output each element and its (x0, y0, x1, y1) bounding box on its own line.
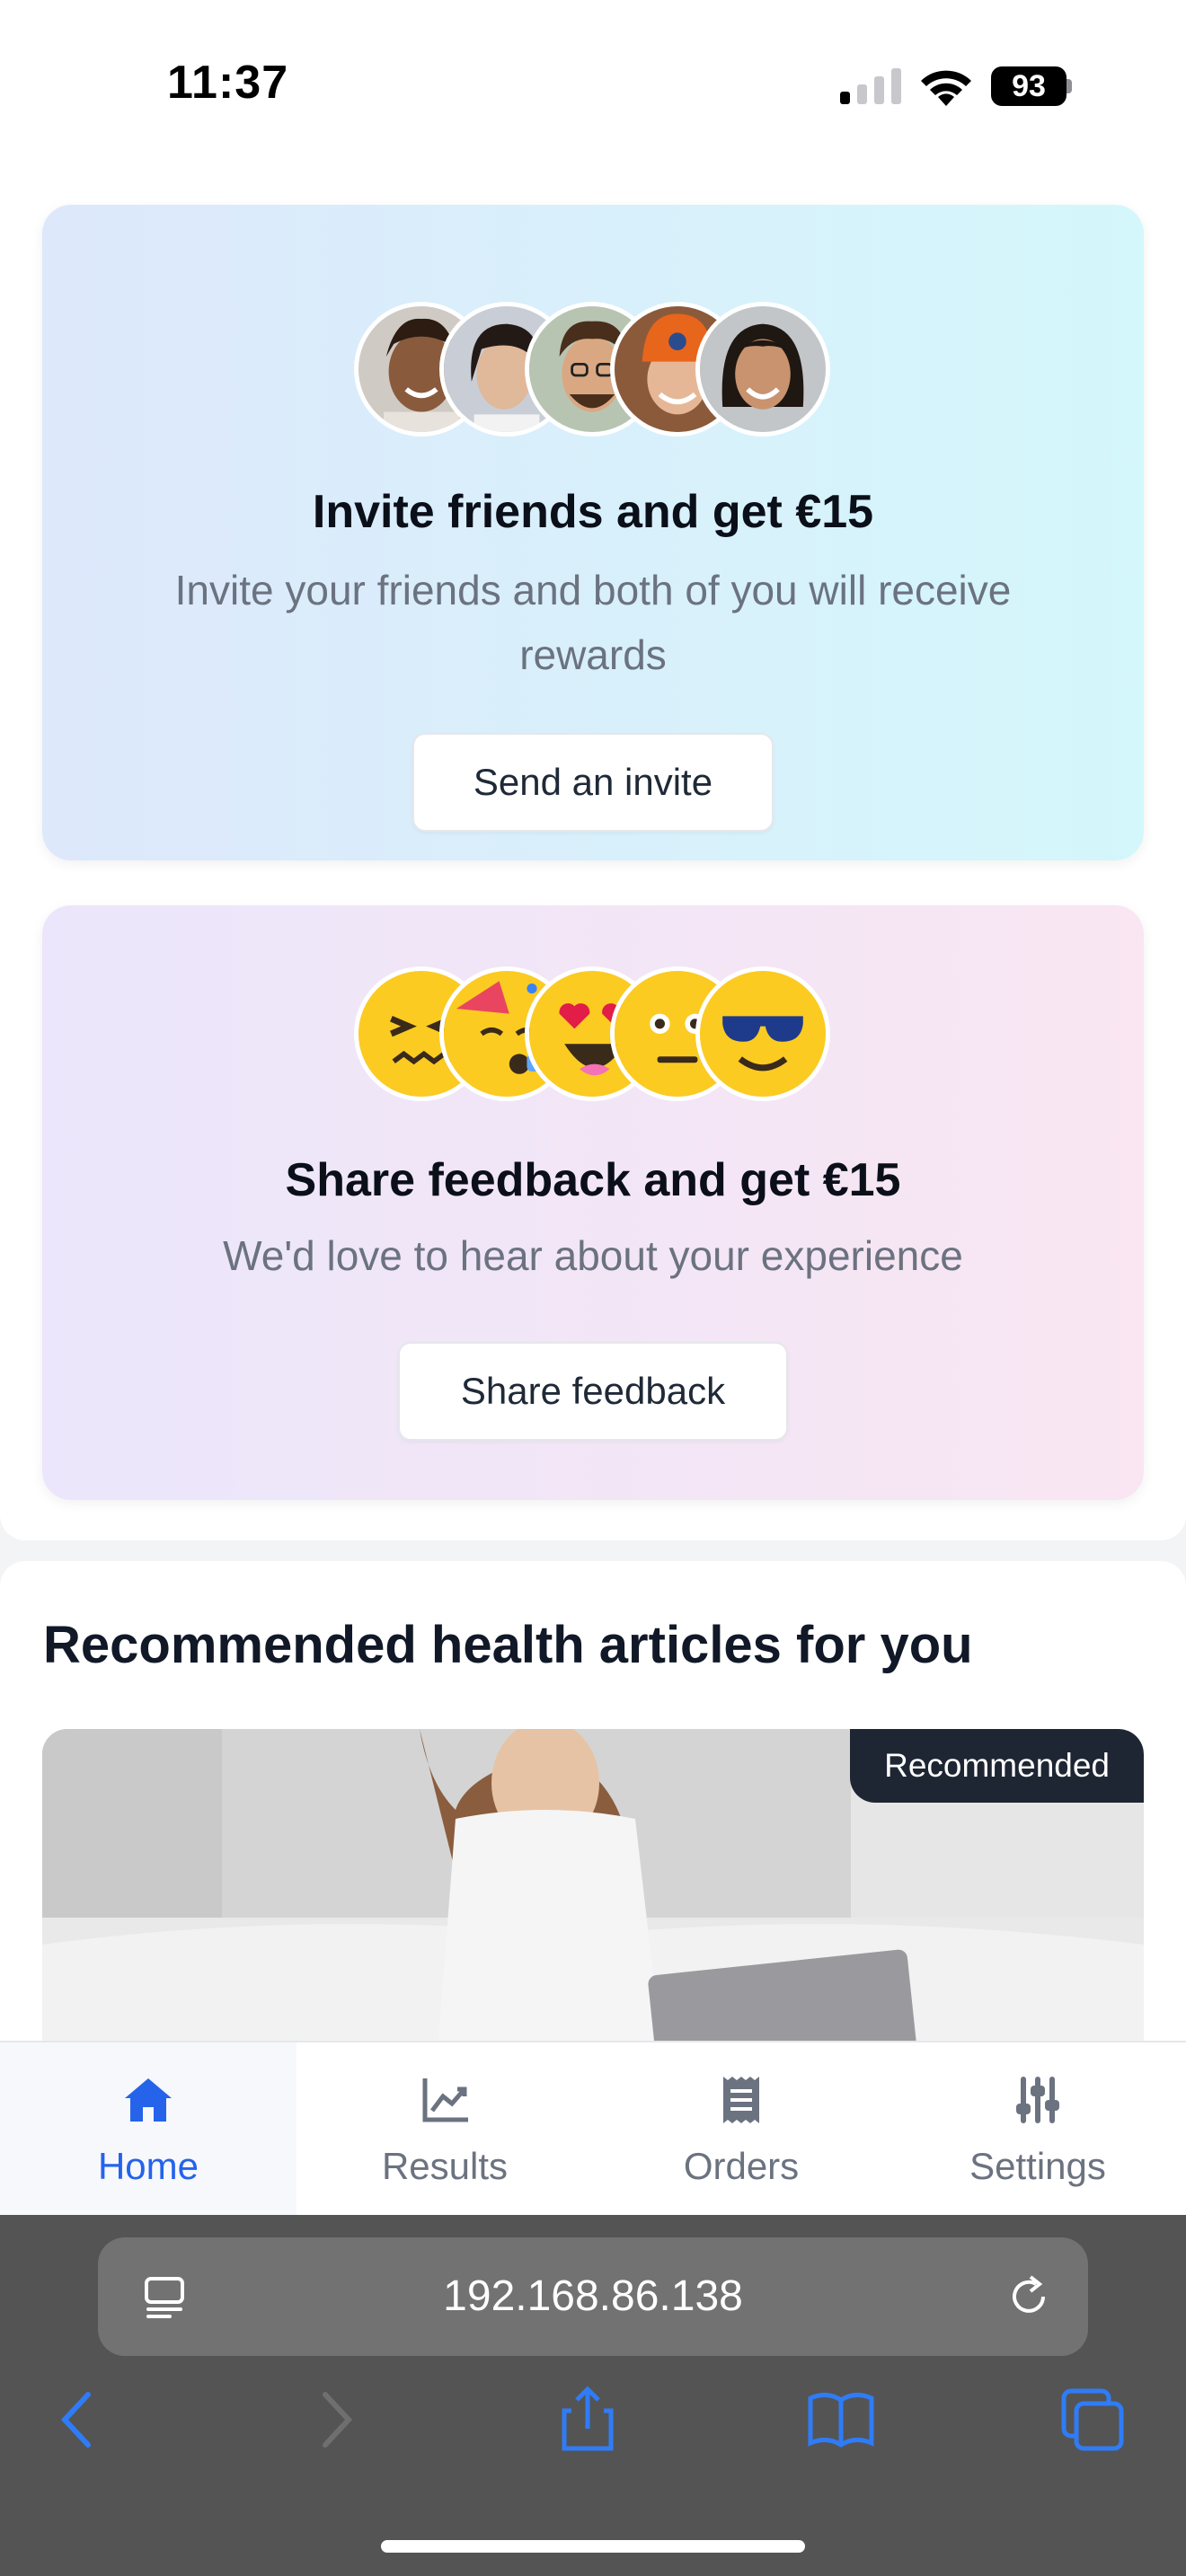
chart-icon (422, 2078, 468, 2122)
receipt-icon (723, 2077, 759, 2123)
tab-orders[interactable]: Orders (593, 2042, 890, 2215)
bookmarks-icon[interactable] (805, 2384, 877, 2456)
tab-results-label: Results (381, 2145, 509, 2187)
feedback-title: Share feedback and get €15 (285, 1154, 901, 1206)
share-feedback-card: Share feedback and get €15 We'd love to … (42, 905, 1144, 1500)
invite-description: Invite your friends and both of you will… (174, 567, 1012, 678)
invite-title: Invite friends and get €15 (312, 486, 874, 538)
tab-home[interactable]: Home (0, 2042, 296, 2215)
home-icon (125, 2078, 172, 2122)
battery-tip (1067, 79, 1072, 93)
friend-avatar-5 (695, 302, 830, 437)
app-screen: 11:37 93 Invite friends and get €15 Invi… (0, 0, 1186, 2576)
battery-indicator: 93 (991, 66, 1072, 106)
sliders-icon (1016, 2077, 1059, 2123)
browser-toolbar: 192.168.86.138 (0, 2215, 1186, 2576)
address-bar[interactable]: 192.168.86.138 (98, 2237, 1088, 2356)
tab-settings-label: Settings (969, 2145, 1106, 2187)
wifi-icon (921, 70, 971, 106)
tab-home-label: Home (97, 2145, 199, 2187)
article-card[interactable]: Recommended (42, 1729, 1144, 2088)
tab-results[interactable]: Results (296, 2042, 593, 2215)
tabs-icon[interactable] (1057, 2384, 1128, 2456)
feedback-description: We'd love to hear about your experience (223, 1232, 963, 1279)
share-icon[interactable] (552, 2384, 624, 2456)
url-text: 192.168.86.138 (443, 2272, 743, 2320)
friend-avatars (354, 302, 839, 437)
sunglasses-emoji-icon (695, 966, 830, 1101)
forward-icon[interactable] (300, 2384, 372, 2456)
tab-orders-label: Orders (683, 2145, 800, 2187)
status-time: 11:37 (167, 57, 289, 109)
home-indicator (381, 2540, 805, 2553)
invite-friends-card: Invite friends and get €15 Invite your f… (42, 205, 1144, 860)
status-bar: 11:37 93 (0, 0, 1186, 171)
cellular-signal-icon (840, 68, 901, 104)
articles-section: Recommended health articles for you Reco… (0, 1561, 1186, 2100)
back-icon[interactable] (41, 2384, 113, 2456)
send-invite-button[interactable]: Send an invite (412, 733, 774, 832)
bottom-tab-bar: Home Results Orders Settings (0, 2041, 1186, 2215)
reload-icon[interactable] (1004, 2272, 1054, 2322)
articles-heading: Recommended health articles for you (43, 1616, 973, 1674)
share-feedback-button[interactable]: Share feedback (398, 1342, 788, 1441)
battery-level: 93 (991, 66, 1067, 106)
promo-section: Invite friends and get €15 Invite your f… (0, 171, 1186, 1540)
recommended-badge: Recommended (850, 1729, 1144, 1803)
emoji-row (354, 966, 839, 1101)
tab-settings[interactable]: Settings (890, 2042, 1186, 2215)
